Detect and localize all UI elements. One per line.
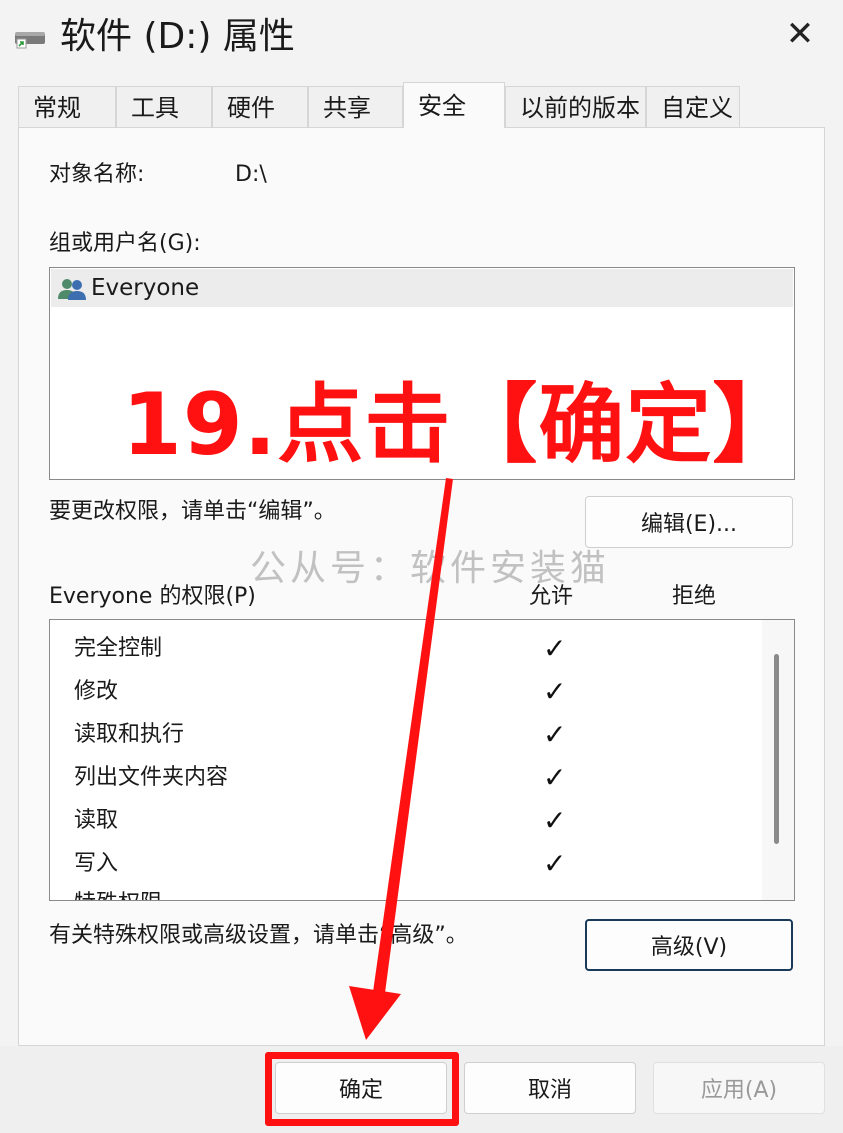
allow-check-icon: ✓: [543, 718, 567, 751]
close-button[interactable]: ✕: [770, 10, 830, 58]
permissions-list: 完全控制 ✓ 修改 ✓ 读取和执行 ✓ 列出文件夹内容 ✓ 读取 ✓ 写入 ✓ …: [49, 619, 795, 901]
tab-customize[interactable]: 自定义: [646, 86, 740, 128]
groups-label: 组或用户名(G):: [49, 231, 201, 256]
ok-button[interactable]: 确定: [275, 1062, 447, 1114]
permission-name: 修改: [74, 679, 119, 704]
list-item[interactable]: Everyone: [51, 269, 793, 307]
allow-check-icon: ✓: [543, 632, 567, 665]
permission-name: 读取和执行: [74, 722, 185, 747]
permission-row: 列出文件夹内容 ✓: [74, 758, 634, 798]
advanced-button[interactable]: 高级(V): [585, 919, 793, 971]
scroll-thumb[interactable]: [774, 654, 779, 844]
permission-row: 写入 ✓: [74, 844, 634, 884]
users-icon: [58, 279, 86, 300]
tab-sharing[interactable]: 共享: [308, 86, 403, 128]
drive-icon: [15, 32, 45, 49]
cancel-button[interactable]: 取消: [464, 1062, 636, 1114]
permissions-label: Everyone 的权限(P): [49, 584, 256, 609]
close-icon: ✕: [785, 14, 815, 54]
edit-hint: 要更改权限，请单击“编辑”。: [49, 499, 336, 524]
window-title: 软件 (D:) 属性: [60, 16, 295, 57]
allow-check-icon: ✓: [543, 804, 567, 837]
annotation-text: 19.点击【确定】: [122, 375, 800, 475]
permission-name: 特殊权限: [74, 884, 162, 900]
permission-row: 完全控制 ✓: [74, 629, 634, 669]
title-bar: 软件 (D:) 属性 ✕: [0, 0, 843, 78]
permission-row: 读取 ✓: [74, 801, 634, 841]
allow-check-icon: ✓: [543, 847, 567, 880]
object-name-value: D:\: [235, 162, 267, 187]
advanced-hint: 有关特殊权限或高级设置，请单击“高级”。: [49, 923, 468, 948]
permissions-scrollbar[interactable]: [762, 620, 794, 900]
object-name-label: 对象名称:: [49, 162, 145, 187]
permission-row: 修改 ✓: [74, 672, 634, 712]
allow-check-icon: ✓: [543, 675, 567, 708]
tab-general[interactable]: 常规: [18, 86, 116, 128]
tab-hardware[interactable]: 硬件: [212, 86, 308, 128]
tab-previous-versions[interactable]: 以前的版本: [505, 86, 646, 128]
tab-security[interactable]: 安全: [403, 82, 505, 128]
allow-check-icon: ✓: [543, 761, 567, 794]
user-name: Everyone: [91, 275, 200, 301]
tab-tools[interactable]: 工具: [116, 86, 212, 128]
permission-name: 列出文件夹内容: [74, 765, 229, 790]
permission-name: 写入: [74, 851, 119, 876]
permission-row: 读取和执行 ✓: [74, 715, 634, 755]
tab-strip: 常规 工具 硬件 共享 安全 以前的版本 自定义: [18, 82, 740, 128]
apply-button: 应用(A): [653, 1062, 825, 1114]
watermark-text: 公从号：软件安装猫: [250, 548, 611, 589]
permission-name: 读取: [74, 808, 119, 833]
deny-header: 拒绝: [672, 584, 717, 609]
edit-button[interactable]: 编辑(E)...: [585, 496, 793, 548]
permission-row: 特殊权限: [74, 884, 634, 900]
permission-name: 完全控制: [74, 636, 163, 661]
